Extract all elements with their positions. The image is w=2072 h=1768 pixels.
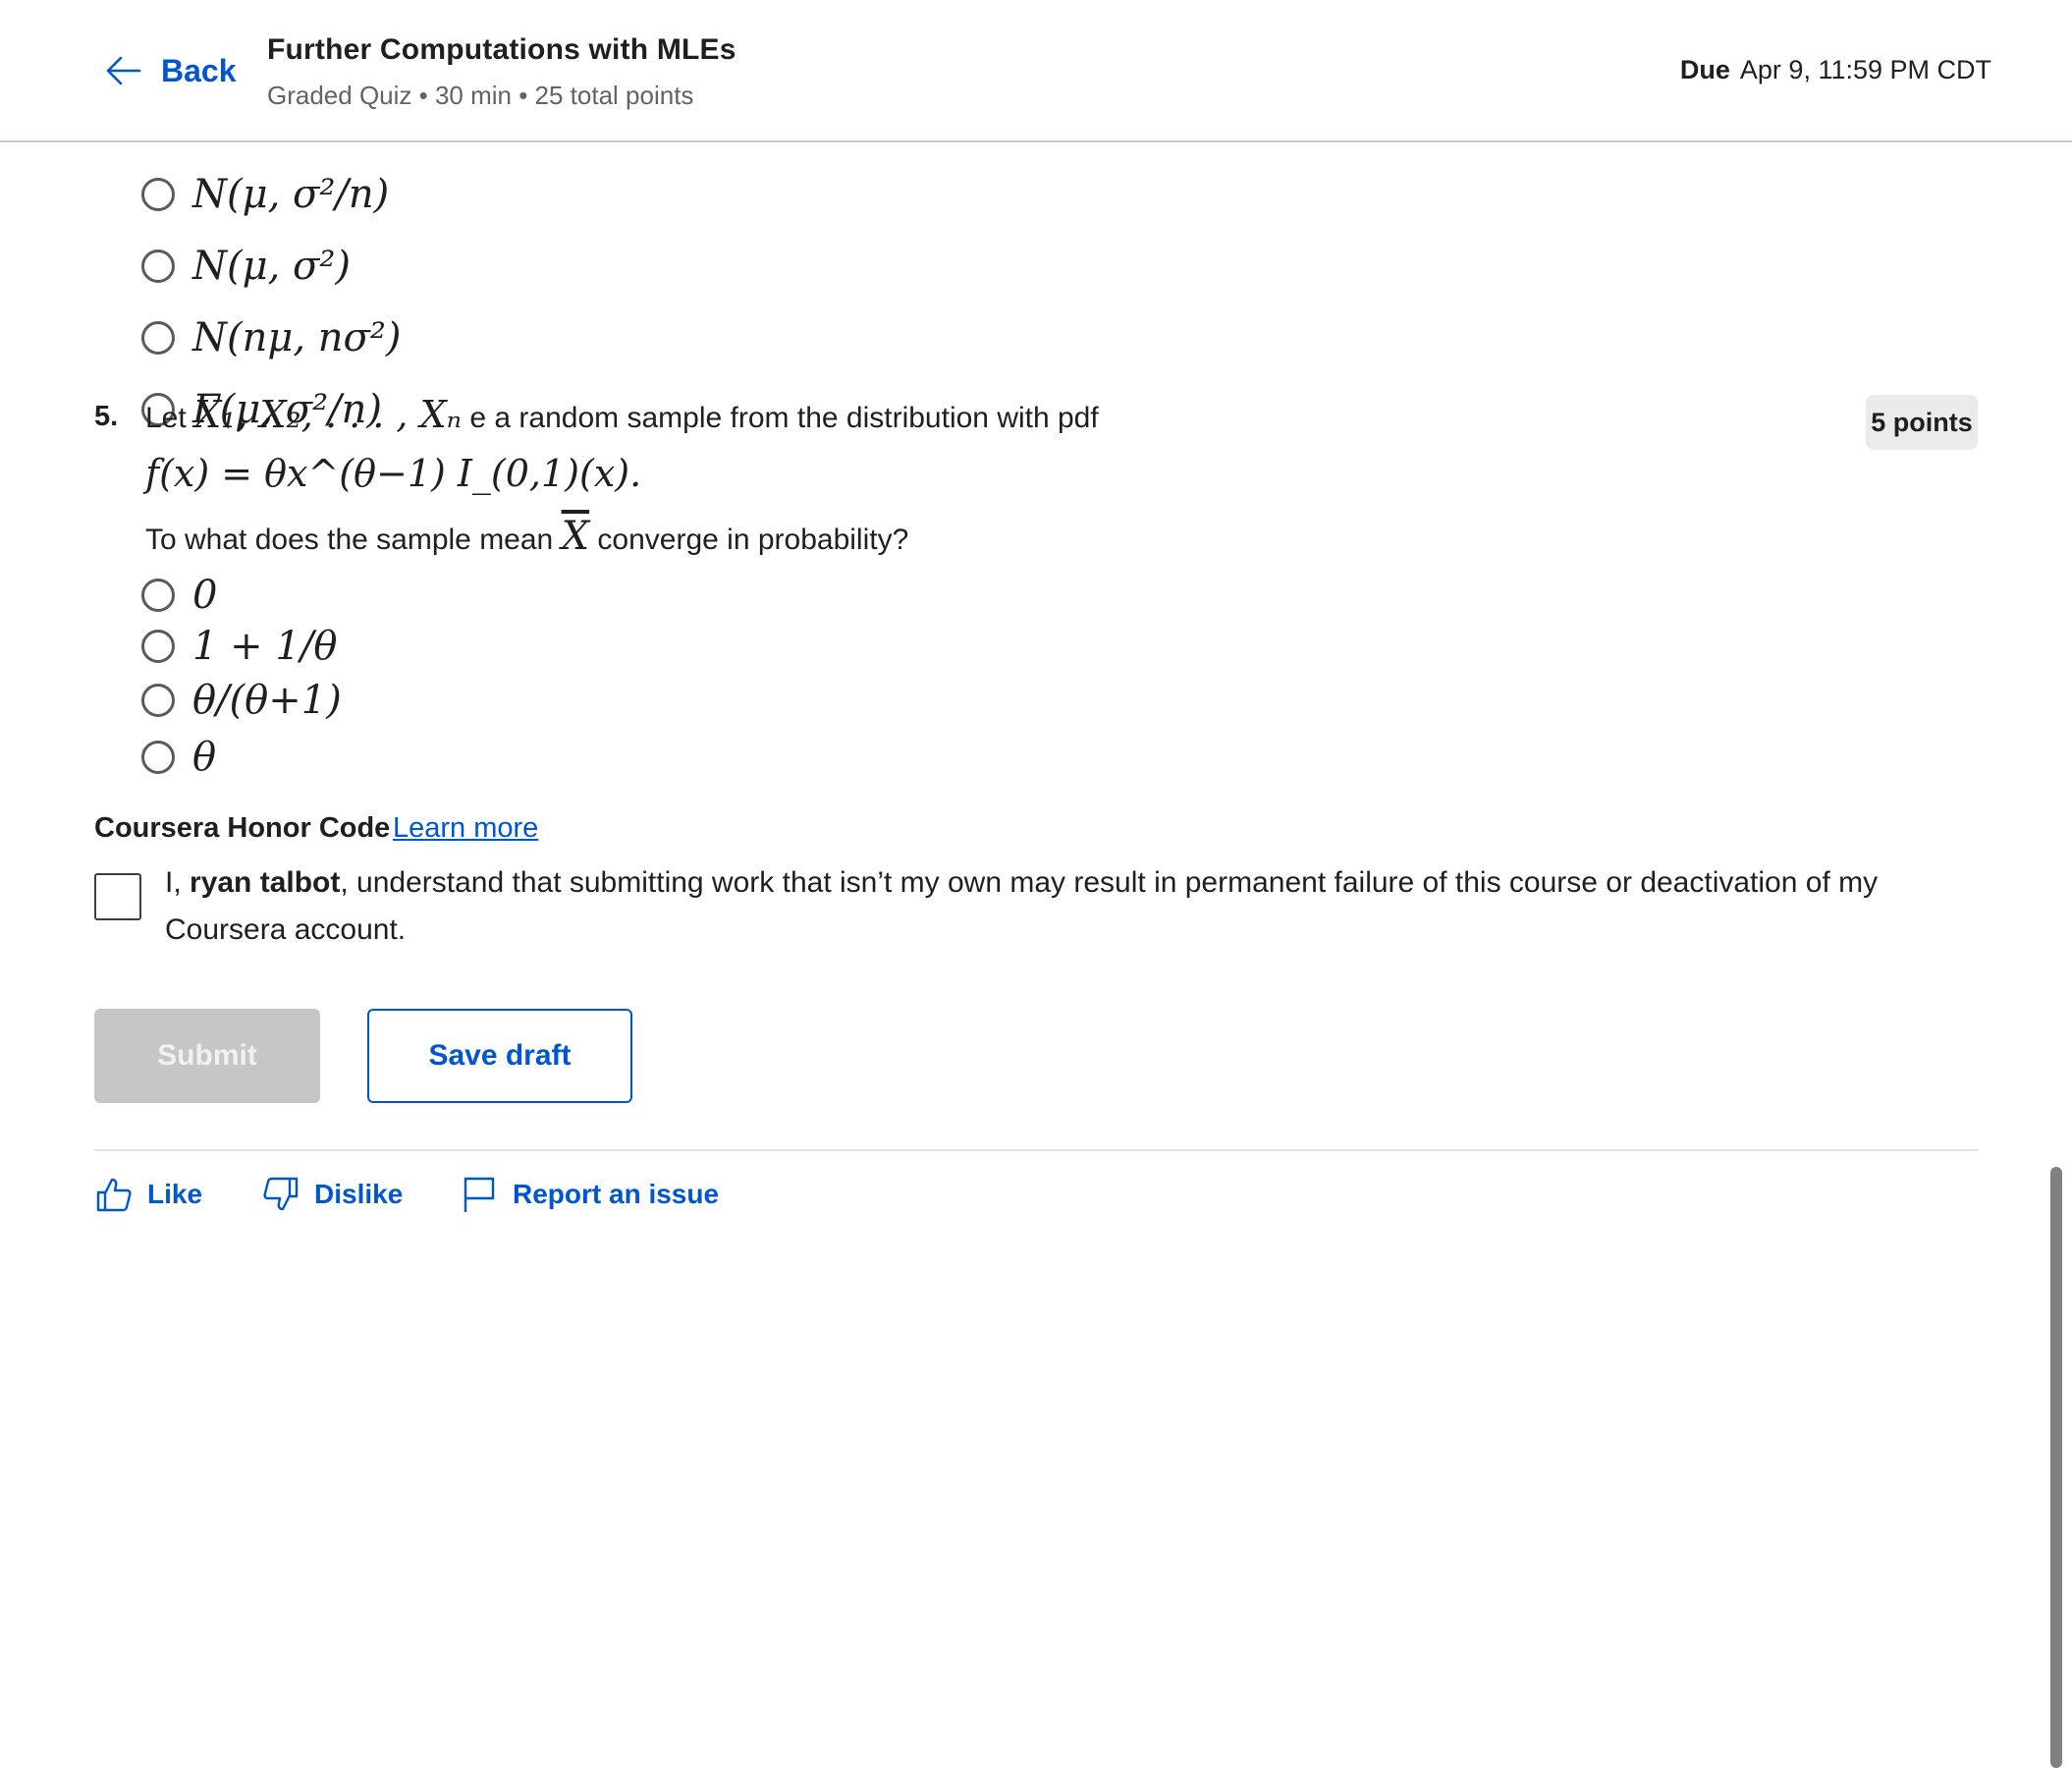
due-date: Due Apr 9, 11:59 PM CDT xyxy=(1680,55,1991,85)
back-button[interactable]: Back xyxy=(104,51,237,90)
honor-prefix: I, xyxy=(165,866,182,899)
back-label: Back xyxy=(161,52,237,88)
ask-prefix: To what does the sample mean xyxy=(145,524,554,556)
dislike-label: Dislike xyxy=(314,1179,404,1209)
question-stem: Let X₁, X₂, . . . , Xₙ e a random sample… xyxy=(145,393,1099,436)
stem-prefix: Let xyxy=(145,402,187,434)
q5-option-label: θ xyxy=(192,735,217,780)
submit-button[interactable]: Submit xyxy=(94,1009,320,1103)
question-number: 5. xyxy=(94,401,119,432)
stem-suffix: e a random sample from the distribution … xyxy=(469,402,1099,434)
q5-option-label: 1 + 1/θ xyxy=(192,624,338,669)
learn-more-link[interactable]: Learn more xyxy=(393,812,538,845)
title-block: Further Computations with MLEs Graded Qu… xyxy=(267,33,736,111)
honor-code-title: Coursera Honor Code xyxy=(94,812,391,844)
q4-option-label: N(nμ, nσ²) xyxy=(192,315,402,360)
due-value: Apr 9, 11:59 PM CDT xyxy=(1739,55,1991,84)
q4-option-3[interactable]: N(nμ, nσ²) xyxy=(141,315,402,360)
question-prompt: To what does the sample mean X converge … xyxy=(145,514,908,559)
honor-code-statement: I, ryan talbot, understand that submitti… xyxy=(165,859,1952,954)
user-name: ryan talbot xyxy=(190,866,341,899)
flag-icon xyxy=(463,1177,495,1212)
q4-option-label: N(μ, σ²) xyxy=(192,244,351,289)
quiz-header: Back Further Computations with MLEs Grad… xyxy=(0,0,2072,142)
honor-code-checkbox[interactable] xyxy=(94,873,141,920)
q4-option-2[interactable]: N(μ, σ²) xyxy=(141,244,351,289)
report-label: Report an issue xyxy=(513,1179,720,1209)
q5-option-2[interactable]: 1 + 1/θ xyxy=(141,624,337,669)
dislike-button[interactable]: Dislike xyxy=(261,1173,403,1216)
radio-button[interactable] xyxy=(141,684,175,717)
ask-suffix: converge in probability? xyxy=(597,524,909,556)
radio-button[interactable] xyxy=(141,579,175,612)
q5-option-label: 0 xyxy=(192,573,218,618)
q5-option-4[interactable]: θ xyxy=(141,735,216,780)
page-title: Further Computations with MLEs xyxy=(267,33,736,66)
report-issue-button[interactable]: Report an issue xyxy=(460,1173,719,1216)
radio-button[interactable] xyxy=(141,178,175,211)
thumbs-up-icon xyxy=(96,1178,132,1212)
q5-option-3[interactable]: θ/(θ+1) xyxy=(141,678,342,723)
thumbs-down-icon xyxy=(263,1177,299,1211)
sample-mean-symbol: X xyxy=(561,514,590,559)
q5-option-1[interactable]: 0 xyxy=(141,573,217,618)
like-label: Like xyxy=(147,1179,203,1209)
radio-button[interactable] xyxy=(141,321,175,355)
save-draft-button[interactable]: Save draft xyxy=(367,1009,632,1103)
scrollbar-thumb[interactable] xyxy=(2050,1167,2062,1768)
q4-option-1[interactable]: N(μ, σ²/n) xyxy=(141,172,389,217)
radio-button[interactable] xyxy=(141,249,175,283)
like-button[interactable]: Like xyxy=(94,1173,202,1216)
q4-option-label: N(μ, σ²/n) xyxy=(192,172,390,217)
due-label: Due xyxy=(1679,55,1730,84)
honor-suffix: , understand that submitting work that i… xyxy=(165,866,1879,946)
stem-variables: X₁, X₂, . . . , Xₙ xyxy=(194,393,463,436)
arrow-left-icon xyxy=(106,56,141,85)
divider xyxy=(94,1149,1978,1151)
page-subtitle: Graded Quiz • 30 min • 25 total points xyxy=(267,81,694,110)
pdf-formula: f(x) = θx^(θ−1) I_(0,1)(x). xyxy=(145,452,642,495)
points-badge: 5 points xyxy=(1866,395,1978,450)
radio-button[interactable] xyxy=(141,630,175,663)
q5-option-label: θ/(θ+1) xyxy=(192,678,342,723)
radio-button[interactable] xyxy=(141,741,175,774)
